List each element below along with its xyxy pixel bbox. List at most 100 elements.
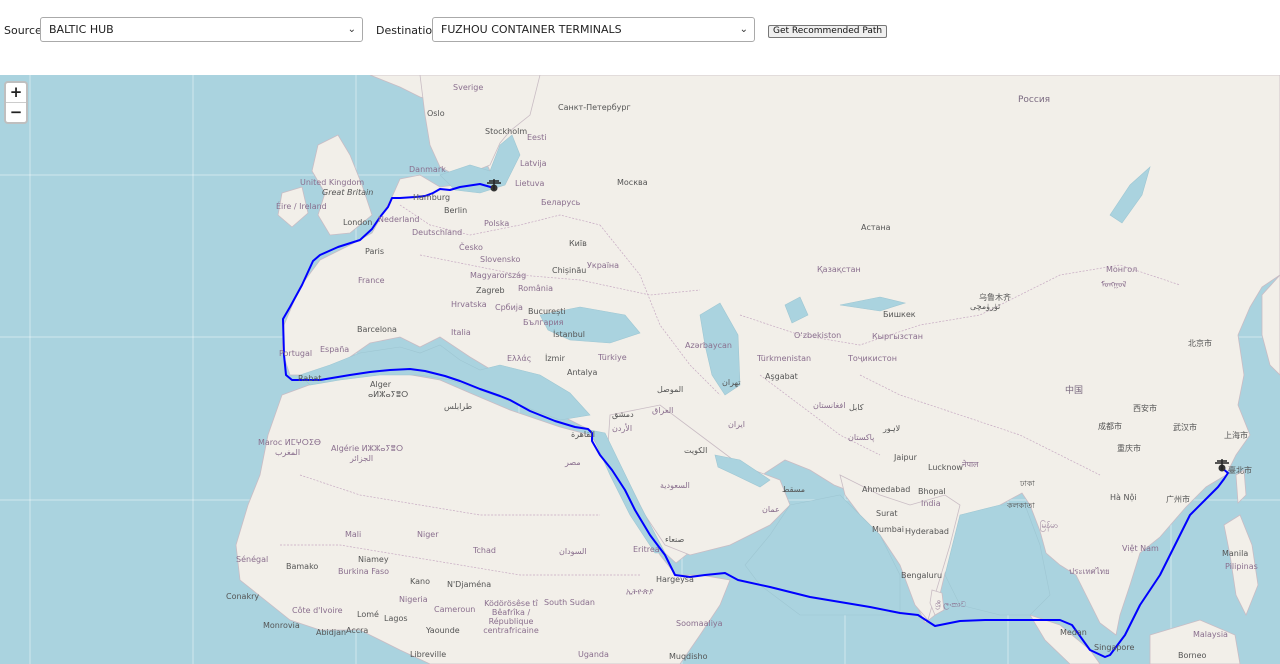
map-label: Россия <box>1018 95 1051 105</box>
map-label: Stockholm <box>485 127 528 136</box>
map-label: Hà Nội <box>1110 493 1137 502</box>
source-select-value: BALTIC HUB <box>49 23 114 36</box>
zoom-in-button[interactable]: + <box>6 83 26 102</box>
map-label: Algérie ⵍⵣⵣⴰⵢⴻⵔ <box>331 444 404 453</box>
map-label: Bhopal <box>918 487 946 496</box>
map-label: Kano <box>410 577 430 586</box>
map-label: Mali <box>345 530 362 539</box>
map-label: Sverige <box>453 83 484 92</box>
map-label: Hyderabad <box>905 527 949 536</box>
map-label: Türkmenistan <box>757 354 812 363</box>
map-label: Cameroun <box>434 605 476 614</box>
map-label: United Kingdom <box>300 178 365 187</box>
chevron-down-icon: ⌄ <box>739 24 748 35</box>
map-label: الكويت <box>684 446 708 455</box>
map-label: Soomaaliya <box>676 619 723 628</box>
get-recommended-path-button[interactable]: Get Recommended Path <box>768 25 888 38</box>
map-label: Uganda <box>578 650 609 659</box>
map-label: مصر <box>565 458 581 467</box>
map-label: 重庆市 <box>1117 444 1141 453</box>
map-label: Abidjan <box>316 628 347 637</box>
map-label: Alger <box>370 380 391 389</box>
map-label: Deutschland <box>412 228 463 237</box>
map-label: Lucknow <box>928 463 963 472</box>
map-label: 广州市 <box>1166 495 1190 504</box>
map-label: الجزائر <box>350 454 374 463</box>
map-label: Berlin <box>444 206 468 215</box>
map-label: България <box>523 318 564 327</box>
map-label: Azərbaycan <box>685 341 732 350</box>
map-label: Астана <box>861 223 891 232</box>
map-label: Eritrea <box>633 545 660 554</box>
map-label: Singapore <box>1094 643 1135 652</box>
map-label: ประเทศไทย <box>1069 567 1110 576</box>
map-label: București <box>528 307 566 316</box>
map-label: Česko <box>459 243 483 252</box>
map-label: Pilipinas <box>1225 562 1258 571</box>
map-label: Türkiye <box>598 353 627 362</box>
map-label: السعودية <box>660 481 690 490</box>
map-label: Hrvatska <box>451 300 487 309</box>
map-label: 成都市 <box>1098 422 1122 431</box>
map-label: Jaipur <box>894 453 917 462</box>
map-label: Nigeria <box>399 595 428 604</box>
map-label: الموصل <box>657 385 684 394</box>
map-label: România <box>518 284 553 293</box>
map-label: Chișinău <box>552 266 587 275</box>
map-label: South Sudan <box>544 598 595 607</box>
map-label: Maroc ⵍⵎⵖⵔⵉⴱ <box>258 438 321 447</box>
map-label: Lomé <box>357 610 379 619</box>
zoom-out-button[interactable]: − <box>6 102 26 122</box>
map-label: Accra <box>346 626 369 635</box>
map-label: 臺北市 <box>1228 466 1252 475</box>
map-label: Монгол <box>1106 265 1138 274</box>
map-label: Conakry <box>226 592 260 601</box>
map-label: Eesti <box>527 133 547 142</box>
map-label: Monrovia <box>263 621 300 630</box>
map-label: Hamburg <box>413 193 451 202</box>
map-label: Việt Nam <box>1122 544 1159 553</box>
source-select[interactable]: BALTIC HUB ⌄ <box>40 17 363 42</box>
map-label: Manila <box>1222 549 1249 558</box>
map-label: Polska <box>484 219 510 228</box>
map-label: Ελλάς <box>507 354 532 363</box>
landmass-japan <box>1261 274 1280 376</box>
zoom-control: + − <box>4 81 28 124</box>
map-label: Malaysia <box>1193 630 1228 639</box>
map-label: Niger <box>417 530 439 539</box>
map-label: 上海市 <box>1224 431 1248 440</box>
map-label: Ködörösêse tî Bêafrîka / République cent… <box>483 599 539 635</box>
map-label: Italia <box>451 328 471 337</box>
map-label: Latvija <box>520 159 547 168</box>
map-label: ئۈرۈمچى <box>970 302 1001 311</box>
map-label: المغرب <box>275 448 301 457</box>
map-label: Libreville <box>410 650 447 659</box>
destination-select[interactable]: FUZHOU CONTAINER TERMINALS ⌄ <box>432 17 755 42</box>
route-toolbar: Source: BALTIC HUB ⌄ Destination: FUZHOU… <box>0 0 1280 76</box>
map-label: ශ්‍රී ලංකාව <box>935 600 967 609</box>
map-label: İstanbul <box>553 330 586 339</box>
map-label: Portugal <box>279 349 313 358</box>
map-label: Surat <box>876 509 898 518</box>
map-label: Lagos <box>384 614 408 623</box>
map-label: عمان <box>762 505 780 514</box>
map-label: کابل <box>849 403 864 412</box>
map-label: Москва <box>617 178 648 187</box>
map-label: Tchad <box>473 546 496 555</box>
map-label: Danmark <box>409 165 446 174</box>
route-map[interactable]: + − Sverige Oslo Stockholm Санкт-Петербу… <box>0 75 1280 664</box>
map-label: Côte d'Ivoire <box>292 606 343 615</box>
chevron-down-icon: ⌄ <box>347 24 356 35</box>
map-label: تهران <box>722 378 741 387</box>
map-label: Oʻzbekiston <box>794 331 842 340</box>
map-label: Ahmedabad <box>862 485 911 494</box>
map-label: 中国 <box>1065 386 1084 396</box>
map-label: Éire / Ireland <box>276 202 327 211</box>
map-label: Тоҷикистон <box>848 354 897 363</box>
map-label: España <box>320 345 350 354</box>
map-label: Yaounde <box>426 626 460 635</box>
map-label: Київ <box>569 239 587 248</box>
map-label: Lietuva <box>515 179 545 188</box>
map-label: London <box>343 218 373 227</box>
map-label: العراق <box>652 406 674 415</box>
